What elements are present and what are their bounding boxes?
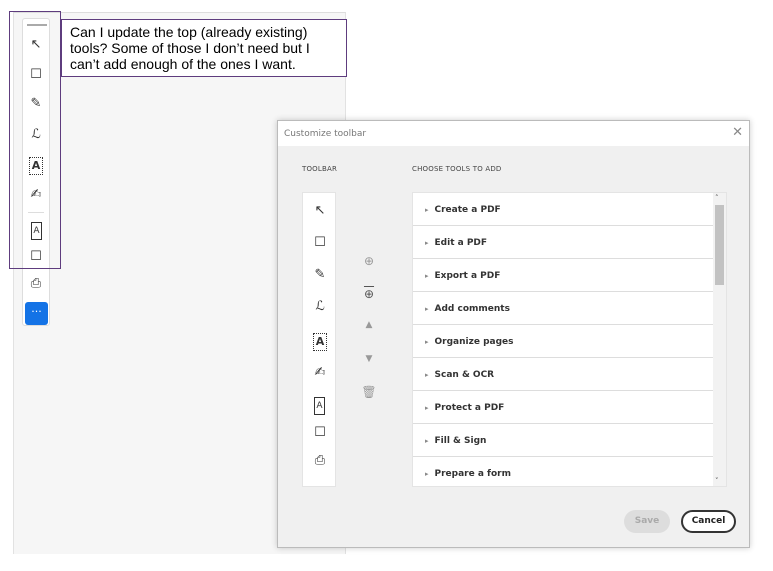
expand-icon: ▸ [425,437,429,445]
tool-group-prepare-form[interactable]: ▸ Prepare a form [413,457,713,486]
scan-icon[interactable]: ⎙ [23,276,49,292]
expand-icon: ▸ [425,371,429,379]
delete-icon[interactable]: 🗑 [360,385,378,399]
tool-group-label: Protect a PDF [434,403,505,413]
more-tools-button[interactable]: ··· [25,302,48,325]
expand-icon: ▸ [425,305,429,313]
close-icon[interactable]: ✕ [732,125,743,140]
customize-toolbar-dialog: Customize toolbar ✕ TOOLBAR CHOOSE TOOLS… [277,120,750,548]
tool-group-label: Add comments [434,304,510,314]
expand-icon: ▸ [425,272,429,280]
highlight-pen-icon[interactable]: ✎ [307,267,333,283]
scrollbar-thumb[interactable] [715,205,724,285]
tool-group-label: Edit a PDF [434,238,488,248]
toolbar-label: TOOLBAR [302,165,338,173]
expand-icon: ▸ [425,404,429,412]
toolbar-preview: ↖ ☐ ✎ ℒ A ✍ A ☐ ⎙ [302,192,336,487]
tool-group-label: Fill & Sign [434,436,487,446]
choose-tools-label: CHOOSE TOOLS TO ADD [412,165,502,173]
tool-group-label: Create a PDF [434,205,501,215]
annotation-highlight-box [9,11,61,269]
text-box-icon[interactable]: A [313,333,327,351]
scroll-up-icon[interactable]: ˄ [715,194,719,202]
tool-group-label: Prepare a form [434,469,511,479]
tool-group-scan-ocr[interactable]: ▸ Scan & OCR [413,358,713,391]
tool-group-edit-pdf[interactable]: ▸ Edit a PDF [413,226,713,259]
scan-icon[interactable]: ⎙ [307,453,333,469]
select-tool-icon[interactable]: ↖ [307,203,333,219]
expand-icon: ▸ [425,206,429,214]
add-tool-icon[interactable]: ⊕ [360,254,378,268]
expand-icon: ▸ [425,470,429,478]
annotation-callout: Can I update the top (already existing) … [61,19,347,77]
move-up-icon[interactable]: ▲ [360,320,378,330]
tool-group-label: Organize pages [434,337,514,347]
tool-group-label: Export a PDF [434,271,501,281]
expand-icon: ▸ [425,239,429,247]
tool-group-fill-sign[interactable]: ▸ Fill & Sign [413,424,713,457]
create-pdf-icon[interactable]: A [314,397,325,415]
tool-group-label: Scan & OCR [434,370,495,380]
add-separator-icon[interactable]: ⊕ [360,287,378,301]
add-comment-icon[interactable]: ☐ [307,235,333,251]
scroll-down-icon[interactable]: ˅ [715,477,719,485]
draw-lasso-icon[interactable]: ℒ [307,299,333,315]
tool-group-export-pdf[interactable]: ▸ Export a PDF [413,259,713,292]
organize-pages-icon[interactable]: ☐ [307,425,333,441]
sign-icon[interactable]: ✍ [307,365,333,381]
tool-group-organize-pages[interactable]: ▸ Organize pages [413,325,713,358]
tools-list: ▸ Create a PDF ▸ Edit a PDF ▸ Export a PDF … [412,192,727,487]
expand-icon: ▸ [425,338,429,346]
cancel-button[interactable]: Cancel [681,510,736,533]
move-down-icon[interactable]: ▼ [360,354,378,364]
save-button[interactable]: Save [624,510,670,533]
tool-group-create-pdf[interactable]: ▸ Create a PDF [413,193,713,226]
scrollbar[interactable]: ˄ ˅ [713,193,726,486]
dialog-title: Customize toolbar [278,121,749,146]
tool-group-protect-pdf[interactable]: ▸ Protect a PDF [413,391,713,424]
tool-group-add-comments[interactable]: ▸ Add comments [413,292,713,325]
